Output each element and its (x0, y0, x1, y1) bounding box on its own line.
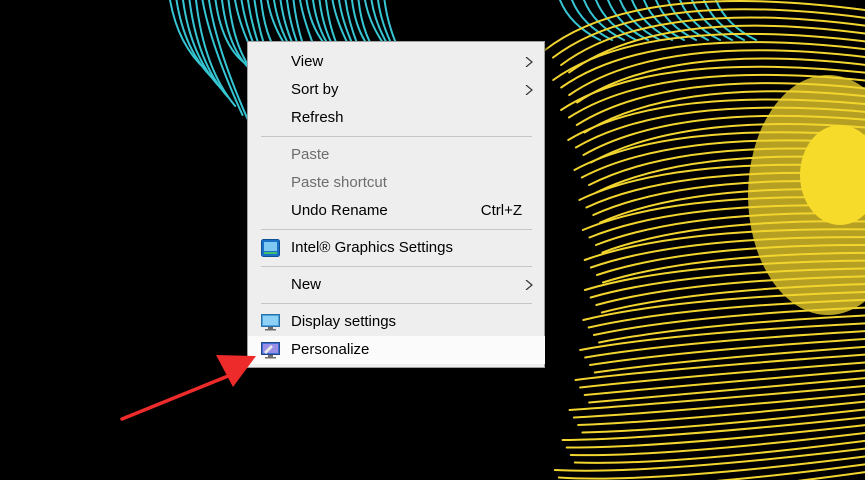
feather-barb (544, 0, 865, 51)
menu-item-new-label: New (291, 276, 322, 293)
menu-item-view-label: View (291, 53, 324, 70)
menu-item-display-settings[interactable]: Display settings (248, 308, 544, 336)
chevron-right-icon (525, 280, 533, 290)
menu-separator (261, 229, 532, 230)
menu-item-paste[interactable]: Paste (248, 141, 544, 169)
menu-separator (261, 303, 532, 304)
feather-barb (560, 16, 865, 66)
feather-barb (568, 24, 865, 74)
feather-barb (598, 314, 865, 344)
menu-separator (261, 266, 532, 267)
feather-barb (569, 432, 865, 457)
menu-item-undo-rename-label: Undo Rename (291, 202, 388, 219)
intel-graphics-icon (261, 239, 280, 257)
menu-item-refresh-label: Refresh (291, 109, 344, 126)
menu-item-view[interactable]: View (248, 48, 544, 76)
peacock-eye (748, 75, 865, 315)
menu-item-sort-by[interactable]: Sort by (248, 76, 544, 104)
menu-item-paste-label: Paste (291, 146, 330, 163)
menu-item-paste-shortcut[interactable]: Paste shortcut (248, 169, 544, 197)
desktop-context-menu: View Sort by Refresh Paste Paste shortcu… (247, 41, 545, 368)
feather-barb (553, 447, 865, 472)
personalize-icon (261, 342, 280, 359)
feather-barb (565, 424, 865, 449)
feather-barb (579, 322, 865, 351)
menu-item-personalize-label: Personalize (291, 341, 370, 358)
menu-item-intel-graphics-settings[interactable]: Intel® Graphics Settings (248, 234, 544, 262)
menu-item-new[interactable]: New (248, 271, 544, 299)
chevron-right-icon (525, 57, 533, 67)
feather-barb (584, 330, 865, 359)
menu-item-display-settings-label: Display settings (291, 313, 397, 330)
menu-item-undo-rename[interactable]: Undo Rename Ctrl+Z (248, 197, 544, 225)
feather-barb (557, 455, 865, 480)
chevron-right-icon (525, 85, 533, 95)
menu-item-intel-graphics-settings-label: Intel® Graphics Settings (291, 239, 453, 256)
menu-item-paste-shortcut-label: Paste shortcut (291, 174, 387, 191)
feather-barb (573, 439, 865, 464)
menu-separator (261, 136, 532, 137)
menu-item-sort-by-label: Sort by (291, 81, 339, 98)
undo-rename-shortcut: Ctrl+Z (480, 202, 522, 219)
monitor-icon (261, 314, 280, 331)
feather-barb (561, 416, 865, 441)
menu-item-refresh[interactable]: Refresh (248, 104, 544, 132)
menu-item-personalize[interactable]: Personalize (248, 336, 545, 364)
